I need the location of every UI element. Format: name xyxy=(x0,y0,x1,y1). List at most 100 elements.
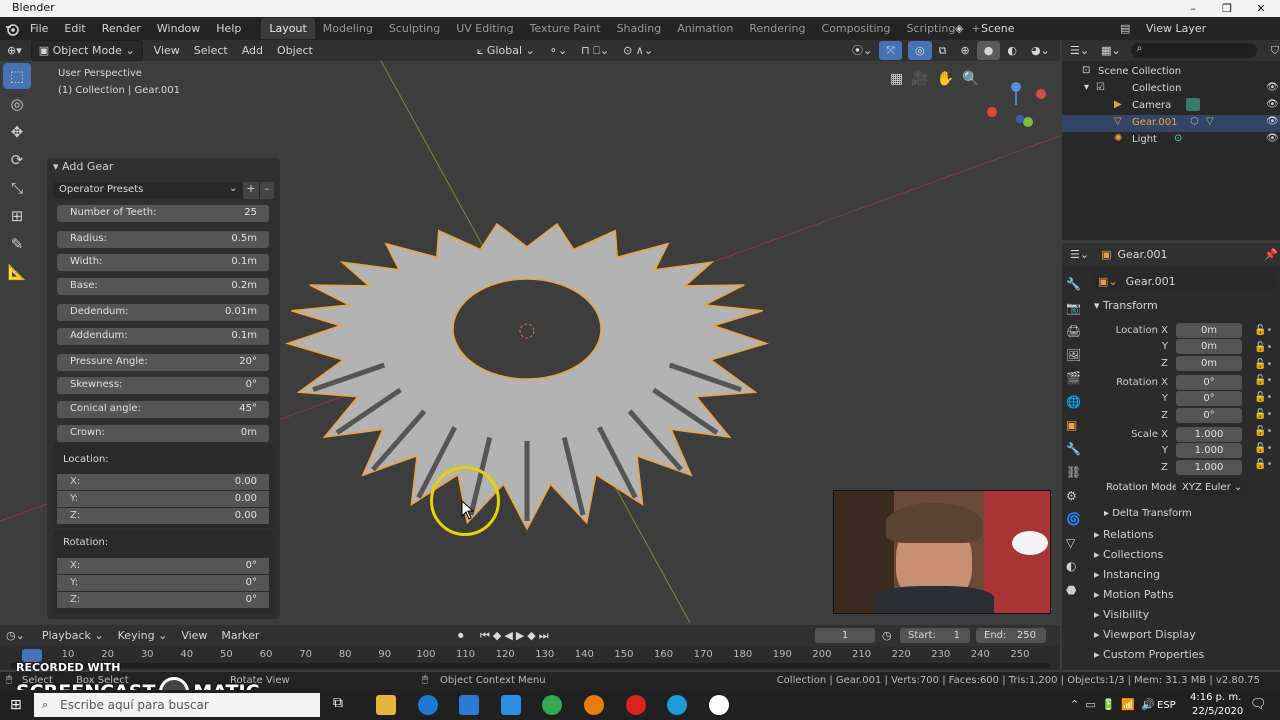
opera-icon[interactable] xyxy=(626,695,646,715)
eye-icon[interactable]: 👁 xyxy=(1266,82,1279,93)
solid-shading-icon[interactable]: ● xyxy=(976,41,1001,60)
snap-icon[interactable]: ⊓ ⎕⌄ xyxy=(574,41,616,60)
param-number-of-teeth[interactable]: Number of Teeth: 25 xyxy=(57,205,269,222)
tab-modeling[interactable]: Modeling xyxy=(315,18,381,39)
transform-tool-icon[interactable]: ⊞ xyxy=(3,203,31,229)
blender-taskbar-icon[interactable] xyxy=(584,695,604,715)
orientation-dropdown[interactable]: ⟀ Global ⌄ xyxy=(470,41,542,60)
object-menu[interactable]: Object xyxy=(270,41,320,60)
menu-file[interactable]: File xyxy=(22,17,56,40)
param-dedendum[interactable]: Dedendum: 0.01m xyxy=(57,304,269,321)
grid-view-icon[interactable]: ▦ xyxy=(890,71,903,87)
current-frame-field[interactable]: 1 xyxy=(815,628,875,643)
gizmo-icon[interactable]: ⤧ xyxy=(879,41,903,60)
eye-icon[interactable]: 👁 xyxy=(1266,99,1279,110)
section-visibility[interactable]: ▸ Visibility xyxy=(1094,608,1149,621)
rotation-z-field[interactable]: 0° xyxy=(1176,408,1242,423)
axis-gizmo[interactable] xyxy=(982,75,1052,135)
location-z-field[interactable]: 0m xyxy=(1176,356,1242,371)
edge-icon[interactable] xyxy=(418,695,438,715)
camera-view-icon[interactable]: 🎥 xyxy=(911,71,928,87)
location-y-field[interactable]: Y: 0.00 xyxy=(57,491,269,507)
location-x-field[interactable]: X: 0.00 xyxy=(57,474,269,490)
object-name-field[interactable]: ▣⌄ Gear.001 xyxy=(1094,273,1276,290)
minimize-button[interactable]: – xyxy=(1176,0,1210,17)
pin-icon[interactable]: 📌 xyxy=(1264,248,1278,261)
tab-uv-editing[interactable]: UV Editing xyxy=(448,18,521,39)
rotation-mode-dropdown[interactable]: XYZ Euler ⌄ xyxy=(1176,480,1248,495)
add-preset-button[interactable]: + xyxy=(243,182,259,199)
section-viewport-display[interactable]: ▸ Viewport Display xyxy=(1094,628,1196,641)
presets-dropdown-icon[interactable]: ⌄ xyxy=(229,183,237,194)
record-icon[interactable]: ⏺ xyxy=(458,629,464,643)
param-addendum[interactable]: Addendum: 0.1m xyxy=(57,328,269,345)
eye-icon[interactable]: 👁 xyxy=(1266,133,1279,144)
recorder-icon[interactable] xyxy=(709,695,729,715)
tab-animation[interactable]: Animation xyxy=(669,18,741,39)
editor-type-icon[interactable]: ⊕▾ xyxy=(0,41,29,60)
outliner-search-input[interactable]: ⌕ xyxy=(1130,43,1257,58)
rendered-shading-icon[interactable]: ◕⌄ xyxy=(1024,41,1057,60)
select-tool-icon[interactable]: ⬚ xyxy=(3,63,31,89)
tab-layout[interactable]: Layout xyxy=(261,18,315,39)
rotation-y-field[interactable]: Y: 0° xyxy=(57,575,269,591)
object-mode-dropdown[interactable]: ▣ Object Mode ⌄ xyxy=(30,40,143,61)
scale-tool-icon[interactable]: ⤡ xyxy=(3,175,31,201)
pan-hand-icon[interactable]: ✋ xyxy=(937,71,954,87)
playback-controls[interactable]: ⏮◆◀▶◆⏭ xyxy=(480,629,552,643)
tab-compositing[interactable]: Compositing xyxy=(814,18,899,39)
timeline-editor-icon[interactable]: ◷⌄ xyxy=(6,629,25,642)
lock-icons[interactable]: 🔓• 🔓• 🔓• 🔓• 🔓• 🔓• 🔓• 🔓• 🔓• xyxy=(1254,323,1272,474)
view-menu[interactable]: View xyxy=(147,41,187,60)
param-skewness[interactable]: Skewness: 0° xyxy=(57,377,269,394)
keying-menu[interactable]: Keying ⌄ xyxy=(111,626,175,645)
location-x-field[interactable]: 0m xyxy=(1176,323,1242,338)
screencast-icon[interactable] xyxy=(667,695,687,715)
file-explorer-icon[interactable] xyxy=(376,695,396,715)
playback-menu[interactable]: Playback ⌄ xyxy=(35,626,111,645)
timeline-view-menu[interactable]: View xyxy=(174,626,214,645)
filter-icon[interactable]: ⛉ xyxy=(1271,44,1279,58)
tab-texture-paint[interactable]: Texture Paint xyxy=(522,18,609,39)
transform-header[interactable]: ▾ Transform xyxy=(1094,299,1158,312)
measure-tool-icon[interactable]: 📐 xyxy=(3,259,31,285)
clock-date[interactable]: 22/5/2020 xyxy=(1192,706,1243,717)
section-custom-properties[interactable]: ▸ Custom Properties xyxy=(1094,648,1204,661)
tab-scripting[interactable]: Scripting xyxy=(898,18,963,39)
pivot-icon[interactable]: ⚬⌄ xyxy=(542,41,574,60)
clock-time[interactable]: 4:16 p. m. xyxy=(1190,692,1241,703)
add-menu[interactable]: Add xyxy=(235,41,270,60)
outliner-editor-icon[interactable]: ☰⌄ xyxy=(1070,44,1089,57)
add-gear-header[interactable]: ▾ Add Gear xyxy=(53,160,113,173)
checkbox-icon[interactable]: ☑ xyxy=(1096,82,1105,93)
menu-render[interactable]: Render xyxy=(94,17,149,40)
xray-icon[interactable]: ⧉ xyxy=(932,41,954,60)
close-button[interactable]: ✕ xyxy=(1244,0,1278,17)
outliner-item-collection[interactable]: ▾ ☑ Collection 👁 xyxy=(1062,81,1280,98)
param-base[interactable]: Base: 0.2m xyxy=(57,278,269,295)
remove-preset-button[interactable]: – xyxy=(260,182,274,199)
outliner-item-camera[interactable]: ▶ Camera 👁 xyxy=(1062,98,1280,115)
scale-y-field[interactable]: 1.000 xyxy=(1176,443,1242,458)
visibility-icon[interactable]: ⦿⌄ xyxy=(845,41,879,60)
system-tray-icons[interactable]: ⌃▭🔋📶🔊 xyxy=(1070,698,1161,711)
menu-edit[interactable]: Edit xyxy=(56,17,93,40)
chrome-icon[interactable] xyxy=(542,695,562,715)
delta-transform-header[interactable]: ▸ Delta Transform xyxy=(1104,508,1192,519)
properties-editor-icon[interactable]: ☰⌄ xyxy=(1070,248,1089,261)
material-shading-icon[interactable]: ◐ xyxy=(1000,41,1024,60)
maximize-button[interactable]: ❐ xyxy=(1210,0,1244,17)
outliner-item-light[interactable]: ✺ Light ⊙ 👁 xyxy=(1062,132,1280,149)
tab-shading[interactable]: Shading xyxy=(609,18,670,39)
operator-presets[interactable]: Operator Presets ⌄ + – xyxy=(53,182,274,199)
scene-selector[interactable]: ◈ Scene xyxy=(955,19,1075,38)
select-menu[interactable]: Select xyxy=(187,41,235,60)
section-instancing[interactable]: ▸ Instancing xyxy=(1094,568,1160,581)
rotation-x-field[interactable]: 0° xyxy=(1176,375,1242,390)
taskbar-search-box[interactable]: ⌕ Escribe aquí para buscar xyxy=(34,693,320,717)
wireframe-icon[interactable]: ⊕ xyxy=(954,41,977,60)
scale-x-field[interactable]: 1.000 xyxy=(1176,427,1242,442)
store-icon[interactable] xyxy=(459,695,479,715)
view-layer-selector[interactable]: ▤ View Layer xyxy=(1120,19,1270,38)
param-radius[interactable]: Radius: 0.5m xyxy=(57,231,269,248)
